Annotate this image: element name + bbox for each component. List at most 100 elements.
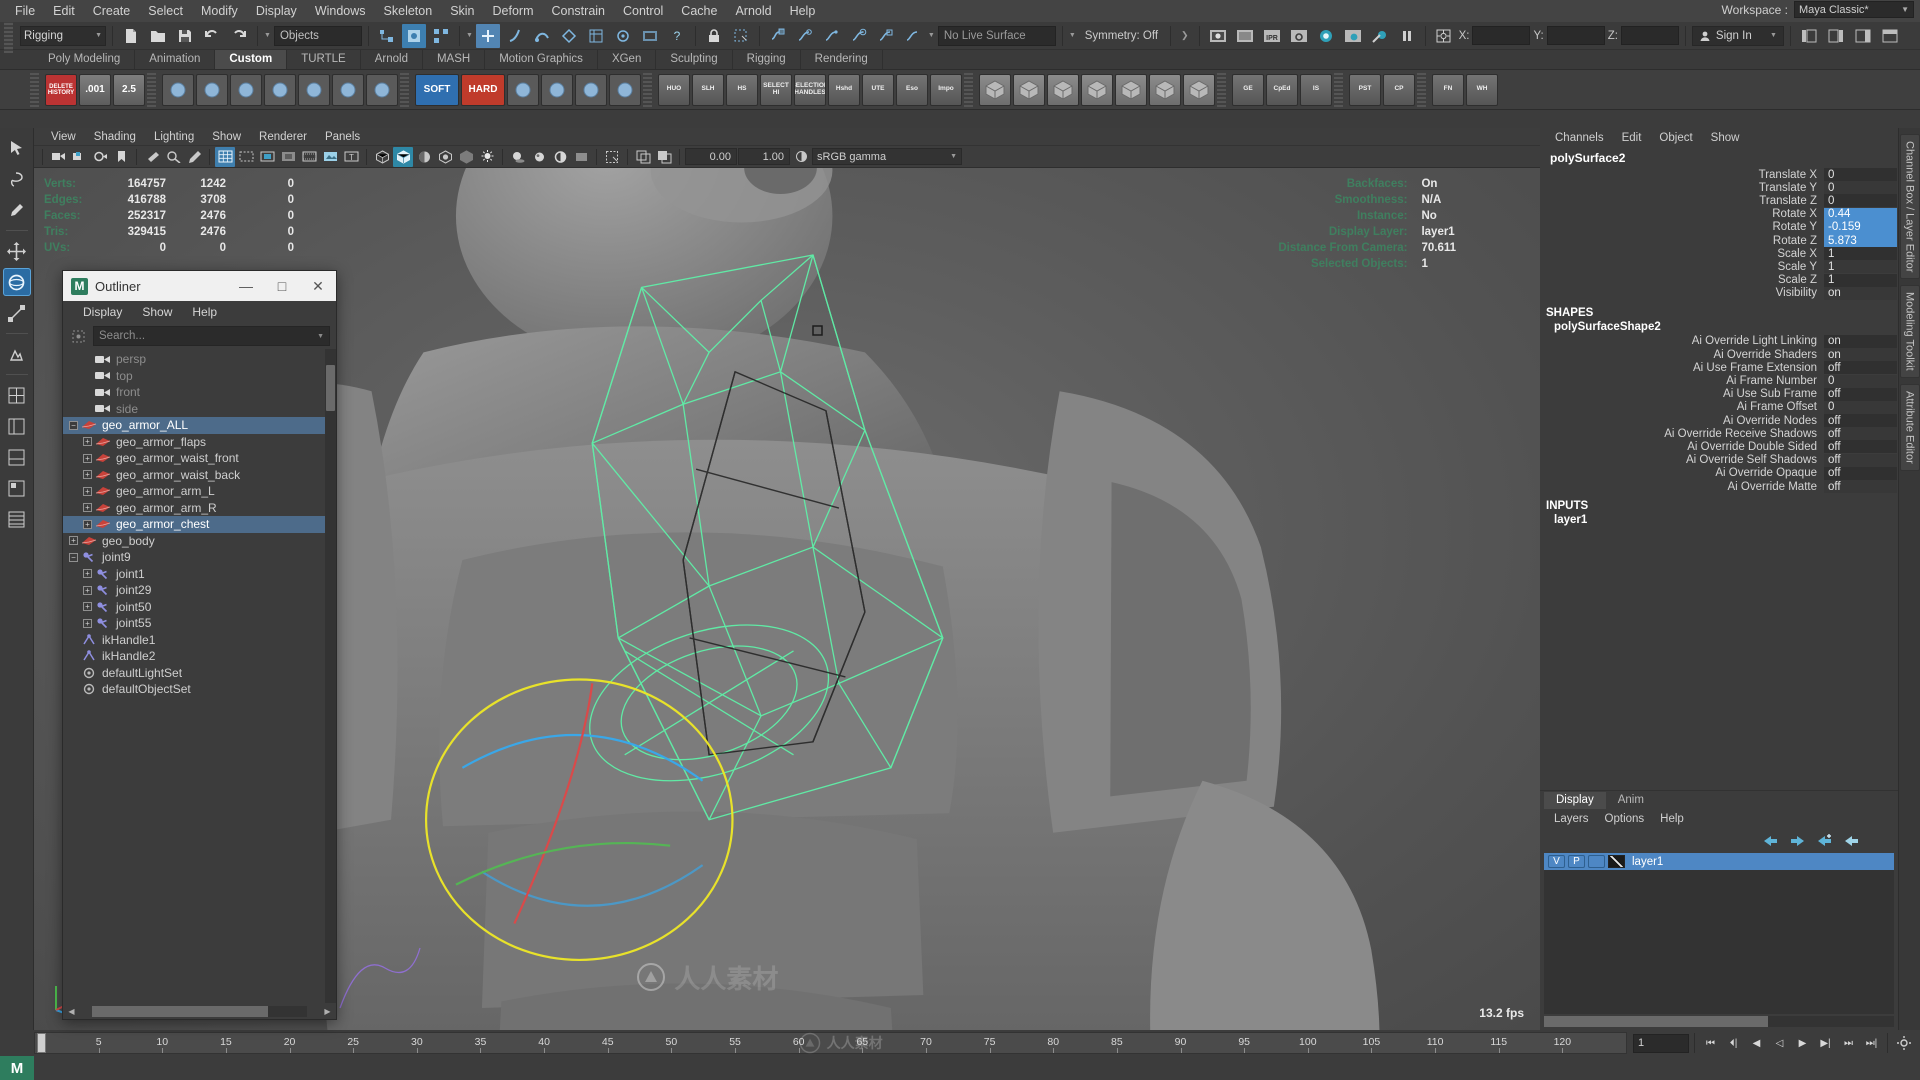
- shelf-tab-sculpting[interactable]: Sculpting: [656, 50, 733, 69]
- minimize-button[interactable]: —: [228, 271, 264, 301]
- image-plane-icon[interactable]: [142, 147, 162, 167]
- gamma-value-field[interactable]: 1.00: [738, 148, 790, 165]
- shelf-button-icon-7[interactable]: [298, 73, 330, 106]
- camera-attributes-icon[interactable]: [90, 147, 110, 167]
- channel-value[interactable]: 0: [1824, 168, 1898, 182]
- outliner-horizontal-scrollbar[interactable]: [92, 1005, 307, 1017]
- shelf-tab-arnold[interactable]: Arnold: [361, 50, 423, 69]
- outliner-item-ikhandle2[interactable]: ikHandle2: [63, 648, 336, 665]
- shelf-button-icon-25[interactable]: [979, 73, 1011, 106]
- channel-value[interactable]: 0.44: [1824, 207, 1898, 221]
- new-layer-icon[interactable]: [1816, 833, 1833, 848]
- layer-visibility-toggle[interactable]: V: [1548, 855, 1565, 868]
- menu-deform[interactable]: Deform: [484, 0, 543, 22]
- expand-plus-icon[interactable]: +: [81, 436, 94, 447]
- channel-value[interactable]: off: [1824, 387, 1898, 401]
- color-management-icon[interactable]: [791, 147, 811, 167]
- exposure-icon[interactable]: [320, 147, 340, 167]
- outliner-item-geo_armor_flaps[interactable]: + geo_armor_flaps: [63, 434, 336, 451]
- snap-to-point-icon[interactable]: [820, 24, 844, 48]
- channel-value[interactable]: on: [1824, 334, 1898, 348]
- scale-tool-icon[interactable]: [3, 299, 31, 327]
- shelf-button-icon-13[interactable]: [541, 73, 573, 106]
- snap-to-grid-icon[interactable]: [766, 24, 790, 48]
- channel-value[interactable]: off: [1824, 453, 1898, 467]
- shelf-tab-motion-graphics[interactable]: Motion Graphics: [485, 50, 598, 69]
- step-back-key-icon[interactable]: ⏴|: [1723, 1033, 1744, 1054]
- resolution-gate-icon[interactable]: [257, 147, 277, 167]
- channelbox-shape-name[interactable]: polySurfaceShape2: [1540, 320, 1898, 335]
- channel-row-ai-override-nodes[interactable]: Ai Override Nodes off: [1540, 414, 1898, 428]
- new-layer-from-selection-icon[interactable]: [1843, 833, 1860, 848]
- xray-shading-icon[interactable]: [456, 147, 476, 167]
- textured-shading-icon[interactable]: [435, 147, 455, 167]
- shelf-drag-handle[interactable]: [1334, 72, 1343, 107]
- channel-row-scale-y[interactable]: Scale Y 1: [1540, 260, 1898, 274]
- selection-mask-field[interactable]: Objects: [273, 25, 362, 46]
- chevron-down-icon[interactable]: ▼: [264, 32, 271, 39]
- channelbox-inputs-name[interactable]: layer1: [1540, 513, 1898, 528]
- open-scene-icon[interactable]: [146, 24, 170, 48]
- shelf-tab-turtle[interactable]: TURTLE: [287, 50, 361, 69]
- smooth-shade-all-icon[interactable]: [393, 146, 413, 167]
- bookmark-icon[interactable]: [111, 147, 131, 167]
- lock-camera-icon[interactable]: [69, 147, 89, 167]
- scrollbar-thumb[interactable]: [92, 1005, 269, 1017]
- expand-plus-icon[interactable]: +: [81, 486, 94, 497]
- channel-row-ai-override-matte[interactable]: Ai Override Matte off: [1540, 480, 1898, 494]
- shelf-button-cped[interactable]: CpEd: [1266, 73, 1298, 106]
- render-setup-icon[interactable]: [1368, 24, 1392, 48]
- motion-blur-icon[interactable]: [571, 147, 591, 167]
- viewport-menu-renderer[interactable]: Renderer: [250, 128, 316, 146]
- hypershade-layout-icon[interactable]: [3, 474, 31, 502]
- outliner-item-joint55[interactable]: + joint55: [63, 615, 336, 632]
- shelf-button-icon-28[interactable]: [1081, 73, 1113, 106]
- shelf-tab-xgen[interactable]: XGen: [598, 50, 657, 69]
- pause-render-icon[interactable]: [1395, 24, 1419, 48]
- vertical-tab-channel-box[interactable]: Channel Box / Layer Editor: [1899, 134, 1920, 280]
- channel-value[interactable]: 0: [1824, 400, 1898, 414]
- shelf-button-selection-handles[interactable]: SELECTION HANDLES: [794, 73, 826, 106]
- last-tool-icon[interactable]: [3, 340, 31, 368]
- menu-set-dropdown[interactable]: Rigging ▼: [20, 25, 106, 46]
- isolate-select-icon[interactable]: [602, 147, 622, 167]
- collapse-minus-icon[interactable]: −: [67, 552, 80, 563]
- outliner-item-geo_armor_waist_front[interactable]: + geo_armor_waist_front: [63, 450, 336, 467]
- menu-arnold[interactable]: Arnold: [726, 0, 780, 22]
- select-by-joint-icon[interactable]: [503, 24, 527, 48]
- outliner-item-joint50[interactable]: + joint50: [63, 599, 336, 616]
- channel-value[interactable]: off: [1824, 440, 1898, 454]
- chevron-right-icon[interactable]: ❯: [1177, 30, 1193, 41]
- channelbox-menu-channels[interactable]: Channels: [1546, 128, 1613, 148]
- shelf-tab-custom[interactable]: Custom: [215, 50, 288, 69]
- shelf-button-icon-29[interactable]: [1115, 73, 1147, 106]
- snap-grid-icon[interactable]: [729, 24, 753, 48]
- menu-select[interactable]: Select: [139, 0, 192, 22]
- step-forward-frame-icon[interactable]: ▶|: [1815, 1033, 1836, 1054]
- channel-value[interactable]: off: [1824, 480, 1898, 494]
- channelbox-menu-show[interactable]: Show: [1702, 128, 1749, 148]
- shelf-tab-mash[interactable]: MASH: [423, 50, 486, 69]
- channel-row-ai-use-sub-frame[interactable]: Ai Use Sub Frame off: [1540, 387, 1898, 401]
- lock-icon[interactable]: [702, 24, 726, 48]
- shelf-button-pst[interactable]: PST: [1349, 73, 1381, 106]
- outliner-menu-help[interactable]: Help: [182, 301, 227, 323]
- ipr-render-icon[interactable]: IPR: [1260, 24, 1284, 48]
- shelf-button-cp[interactable]: CP: [1383, 73, 1415, 106]
- play-forwards-icon[interactable]: ▶: [1792, 1033, 1813, 1054]
- outliner-tree[interactable]: persp top front side − geo_armor_ALL + geo_armo…: [63, 349, 336, 1003]
- select-by-dynamics-icon[interactable]: [611, 24, 635, 48]
- vertical-tab-modeling-toolkit[interactable]: Modeling Toolkit: [1899, 285, 1920, 379]
- shelf-button-impo[interactable]: Impo: [930, 73, 962, 106]
- menu-skin[interactable]: Skin: [441, 0, 483, 22]
- shelf-tab-animation[interactable]: Animation: [135, 50, 216, 69]
- channel-row-ai-use-frame-extension[interactable]: Ai Use Frame Extension off: [1540, 361, 1898, 375]
- viewport-menu-view[interactable]: View: [42, 128, 85, 146]
- channel-row-rotate-y[interactable]: Rotate Y -0.159: [1540, 220, 1898, 234]
- filter-icon[interactable]: [67, 326, 89, 346]
- shelf-button-icon-9[interactable]: [366, 73, 398, 106]
- channel-value[interactable]: off: [1824, 361, 1898, 375]
- channel-row-ai-override-self-shadows[interactable]: Ai Override Self Shadows off: [1540, 453, 1898, 467]
- expand-plus-icon[interactable]: +: [81, 618, 94, 629]
- shelf-button-icon-31[interactable]: [1183, 73, 1215, 106]
